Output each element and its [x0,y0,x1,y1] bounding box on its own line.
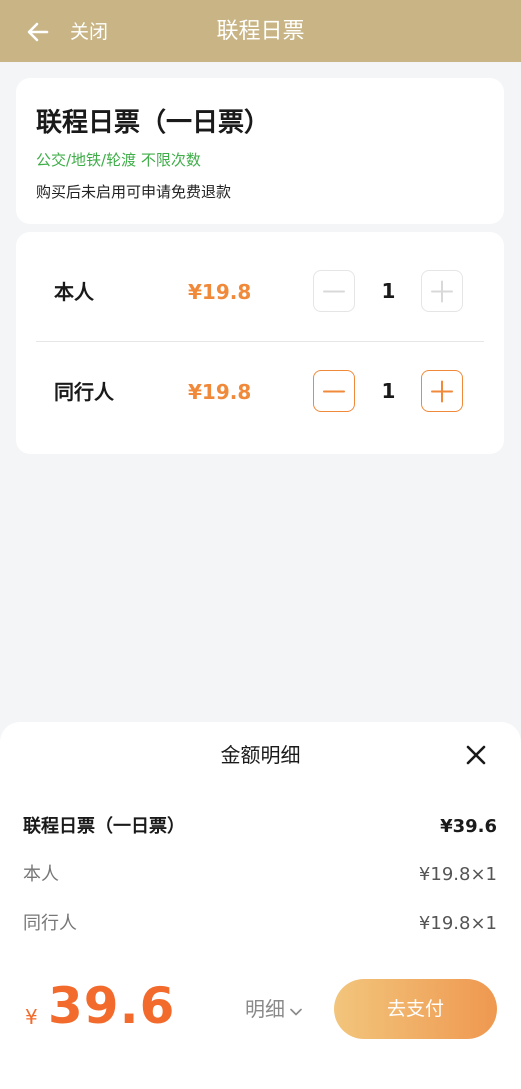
detail-row-self: 本人 ¥19.8×1 [23,862,497,888]
ticket-scope: 公交/地铁/轮渡 不限次数 [36,151,201,169]
detail-row-companion: 同行人 ¥19.8×1 [23,911,497,937]
refund-note: 购买后未启用可申请免费退款 [36,183,232,201]
increase-companion-button[interactable] [421,370,463,412]
detail-toggle-label: 明细 [245,997,285,1021]
quantity-value: 1 [381,279,396,303]
detail-value: ¥19.8×1 [418,913,497,934]
minus-icon [323,290,345,293]
detail-label: 联程日票（一日票） [23,816,185,837]
passenger-row-self: 本人 ¥19.8 1 [16,242,504,342]
quantity-value: 1 [381,379,396,403]
total-amount: 39.6 [48,977,176,1035]
passenger-card: 本人 ¥19.8 1 同行人 ¥19.8 1 [16,232,504,454]
detail-toggle[interactable]: 明细 [245,996,302,1022]
decrease-self-button[interactable] [313,270,355,312]
minus-icon [323,390,345,393]
increase-self-button[interactable] [421,270,463,312]
passenger-price: ¥19.8 [188,280,252,304]
passenger-name: 本人 [54,280,94,304]
detail-row-ticket: 联程日票（一日票） ¥39.6 [23,814,497,840]
ticket-title: 联程日票（一日票） [36,108,271,138]
detail-label: 同行人 [23,913,77,934]
passenger-row-companion: 同行人 ¥19.8 1 [16,342,504,442]
detail-value: ¥39.6 [440,816,497,837]
ticket-info-card: 联程日票（一日票） 公交/地铁/轮渡 不限次数 购买后未启用可申请免费退款 [16,78,504,224]
amount-detail-sheet: 金额明细 联程日票（一日票） ¥39.6 本人 ¥19.8×1 同行人 ¥19.… [0,722,521,1089]
app-header: 关闭 联程日票 [0,0,521,62]
chevron-down-icon [290,1001,302,1020]
decrease-companion-button[interactable] [313,370,355,412]
detail-value: ¥19.8×1 [418,864,497,885]
total-currency: ¥ [25,1005,38,1029]
pay-button[interactable]: 去支付 [334,979,497,1039]
page-title: 联程日票 [216,19,305,44]
sheet-title: 金额明细 [220,743,301,767]
plus-icon [431,280,453,303]
passenger-price: ¥19.8 [188,380,252,404]
detail-label: 本人 [23,864,59,885]
plus-icon [431,380,453,403]
passenger-name: 同行人 [54,380,114,404]
close-icon[interactable] [463,742,489,768]
